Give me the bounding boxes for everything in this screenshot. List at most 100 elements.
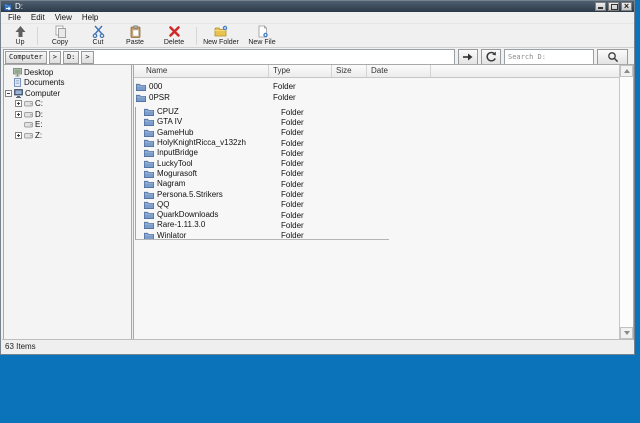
- toolbar-separator: [37, 27, 38, 45]
- address-bar[interactable]: Computer > D: >: [3, 49, 455, 65]
- paste-clipboard-icon: [129, 25, 142, 38]
- minimize-button[interactable]: [595, 2, 606, 11]
- file-row[interactable]: InputBridge Folder: [142, 148, 389, 158]
- drive-icon: [24, 110, 33, 119]
- vertical-scrollbar[interactable]: [619, 65, 633, 339]
- file-row[interactable]: GameHub Folder: [142, 128, 389, 138]
- file-row[interactable]: LuckyTool Folder: [142, 158, 389, 168]
- new-folder-button[interactable]: New Folder: [199, 25, 243, 47]
- file-row[interactable]: 000 Folder: [134, 81, 619, 92]
- tree-item-desktop[interactable]: Desktop: [4, 67, 131, 78]
- file-name: Winlator: [157, 231, 186, 240]
- folder-icon: [144, 118, 154, 126]
- cut-button[interactable]: Cut: [80, 25, 116, 47]
- folder-icon: [144, 149, 154, 157]
- refresh-button[interactable]: [481, 49, 501, 65]
- file-row[interactable]: Persona.5.Strikers Folder: [142, 189, 389, 199]
- menu-item[interactable]: Help: [77, 12, 103, 23]
- up-arrow-icon: [14, 25, 27, 38]
- tree-item-documents[interactable]: Documents: [4, 78, 131, 89]
- app-icon: [4, 3, 12, 11]
- file-type: Folder: [277, 211, 340, 220]
- window-title: D:: [15, 2, 23, 12]
- file-type: Folder: [277, 149, 340, 158]
- file-type: Folder: [277, 200, 340, 209]
- tree-item-drive-d[interactable]: D:: [4, 109, 131, 120]
- menu-bar: File Edit View Help: [1, 12, 634, 23]
- expand-expander-icon[interactable]: [15, 132, 22, 139]
- breadcrumb-drive-d[interactable]: D:: [63, 51, 79, 64]
- folder-icon: [144, 232, 154, 240]
- file-type: Folder: [277, 159, 340, 168]
- cut-scissors-icon: [92, 25, 105, 38]
- file-row[interactable]: Nagram Folder: [142, 179, 389, 189]
- expand-expander-icon[interactable]: [15, 111, 22, 118]
- tree-item-computer[interactable]: Computer: [4, 88, 131, 99]
- tree-item-drive-e[interactable]: E:: [4, 120, 131, 131]
- title-bar[interactable]: D: ×: [1, 1, 634, 12]
- file-row[interactable]: 0PSR Folder: [134, 92, 619, 103]
- chevron-up-icon: [624, 69, 630, 73]
- toolbar-separator: [196, 27, 197, 45]
- scroll-down-button[interactable]: [620, 327, 633, 339]
- scroll-up-button[interactable]: [620, 65, 633, 77]
- folder-icon: [144, 191, 154, 199]
- menu-item[interactable]: File: [3, 12, 26, 23]
- folder-icon: [144, 180, 154, 188]
- drive-icon: [24, 120, 33, 129]
- column-header-size[interactable]: Size: [332, 65, 367, 77]
- file-name: HolyKnightRicca_v132zh: [157, 138, 246, 148]
- file-list: 000 Folder 0PSR Folder: [134, 81, 619, 103]
- file-name: Persona.5.Strikers: [157, 190, 223, 200]
- column-header-type[interactable]: Type: [269, 65, 332, 77]
- maximize-button[interactable]: [608, 2, 619, 11]
- new-folder-icon: [214, 25, 228, 38]
- file-row[interactable]: Rare-1.11.3.0 Folder: [142, 220, 389, 230]
- copy-button[interactable]: Copy: [40, 25, 80, 47]
- status-bar: 63 Items: [2, 339, 633, 353]
- file-row[interactable]: Winlator Folder: [142, 231, 389, 240]
- copy-icon: [54, 25, 67, 38]
- breadcrumb-computer[interactable]: Computer: [5, 51, 47, 64]
- file-type: Folder: [277, 128, 340, 137]
- folder-icon: [144, 221, 154, 229]
- file-name: GameHub: [157, 128, 193, 138]
- menu-item[interactable]: Edit: [26, 12, 50, 23]
- file-name: InputBridge: [157, 148, 198, 158]
- column-header-name[interactable]: Name: [134, 65, 269, 77]
- file-name: Rare-1.11.3.0: [157, 220, 205, 230]
- close-button[interactable]: ×: [621, 2, 632, 11]
- file-row[interactable]: QQ Folder: [142, 200, 389, 210]
- tree-item-drive-c[interactable]: C:: [4, 99, 131, 110]
- menu-item[interactable]: View: [50, 12, 77, 23]
- file-row[interactable]: CPUZ Folder: [142, 107, 389, 117]
- breadcrumb-chevron[interactable]: >: [49, 51, 61, 64]
- paste-button[interactable]: Paste: [116, 25, 154, 47]
- file-row[interactable]: GTA IV Folder: [142, 117, 389, 127]
- file-row[interactable]: Mogurasoft Folder: [142, 169, 389, 179]
- file-list-overlay: CPUZ Folder GTA IV Folder: [135, 107, 389, 240]
- file-name: Nagram: [157, 179, 185, 189]
- new-file-button[interactable]: New File: [243, 25, 281, 47]
- file-row[interactable]: QuarkDownloads Folder: [142, 210, 389, 220]
- sidebar: Desktop Documents Computer: [3, 64, 132, 340]
- up-button[interactable]: Up: [5, 25, 35, 47]
- delete-button[interactable]: Delete: [154, 25, 194, 47]
- desktop-icon: [13, 68, 22, 77]
- window-controls: ×: [595, 2, 632, 11]
- column-header-date[interactable]: Date: [367, 65, 431, 77]
- expand-expander-icon[interactable]: [15, 100, 22, 107]
- search-button[interactable]: [597, 49, 628, 65]
- file-row[interactable]: HolyKnightRicca_v132zh Folder: [142, 138, 389, 148]
- file-type: Folder: [277, 231, 340, 240]
- file-name: 0PSR: [149, 93, 170, 103]
- collapse-expander-icon[interactable]: [5, 90, 12, 97]
- drive-icon: [24, 131, 33, 140]
- breadcrumb-chevron[interactable]: >: [81, 51, 93, 64]
- file-type: Folder: [277, 118, 340, 127]
- file-type: Folder: [269, 82, 332, 91]
- tree-item-drive-z[interactable]: Z:: [4, 130, 131, 141]
- search-input[interactable]: [504, 49, 594, 65]
- folder-icon: [144, 139, 154, 147]
- go-button[interactable]: [458, 49, 478, 65]
